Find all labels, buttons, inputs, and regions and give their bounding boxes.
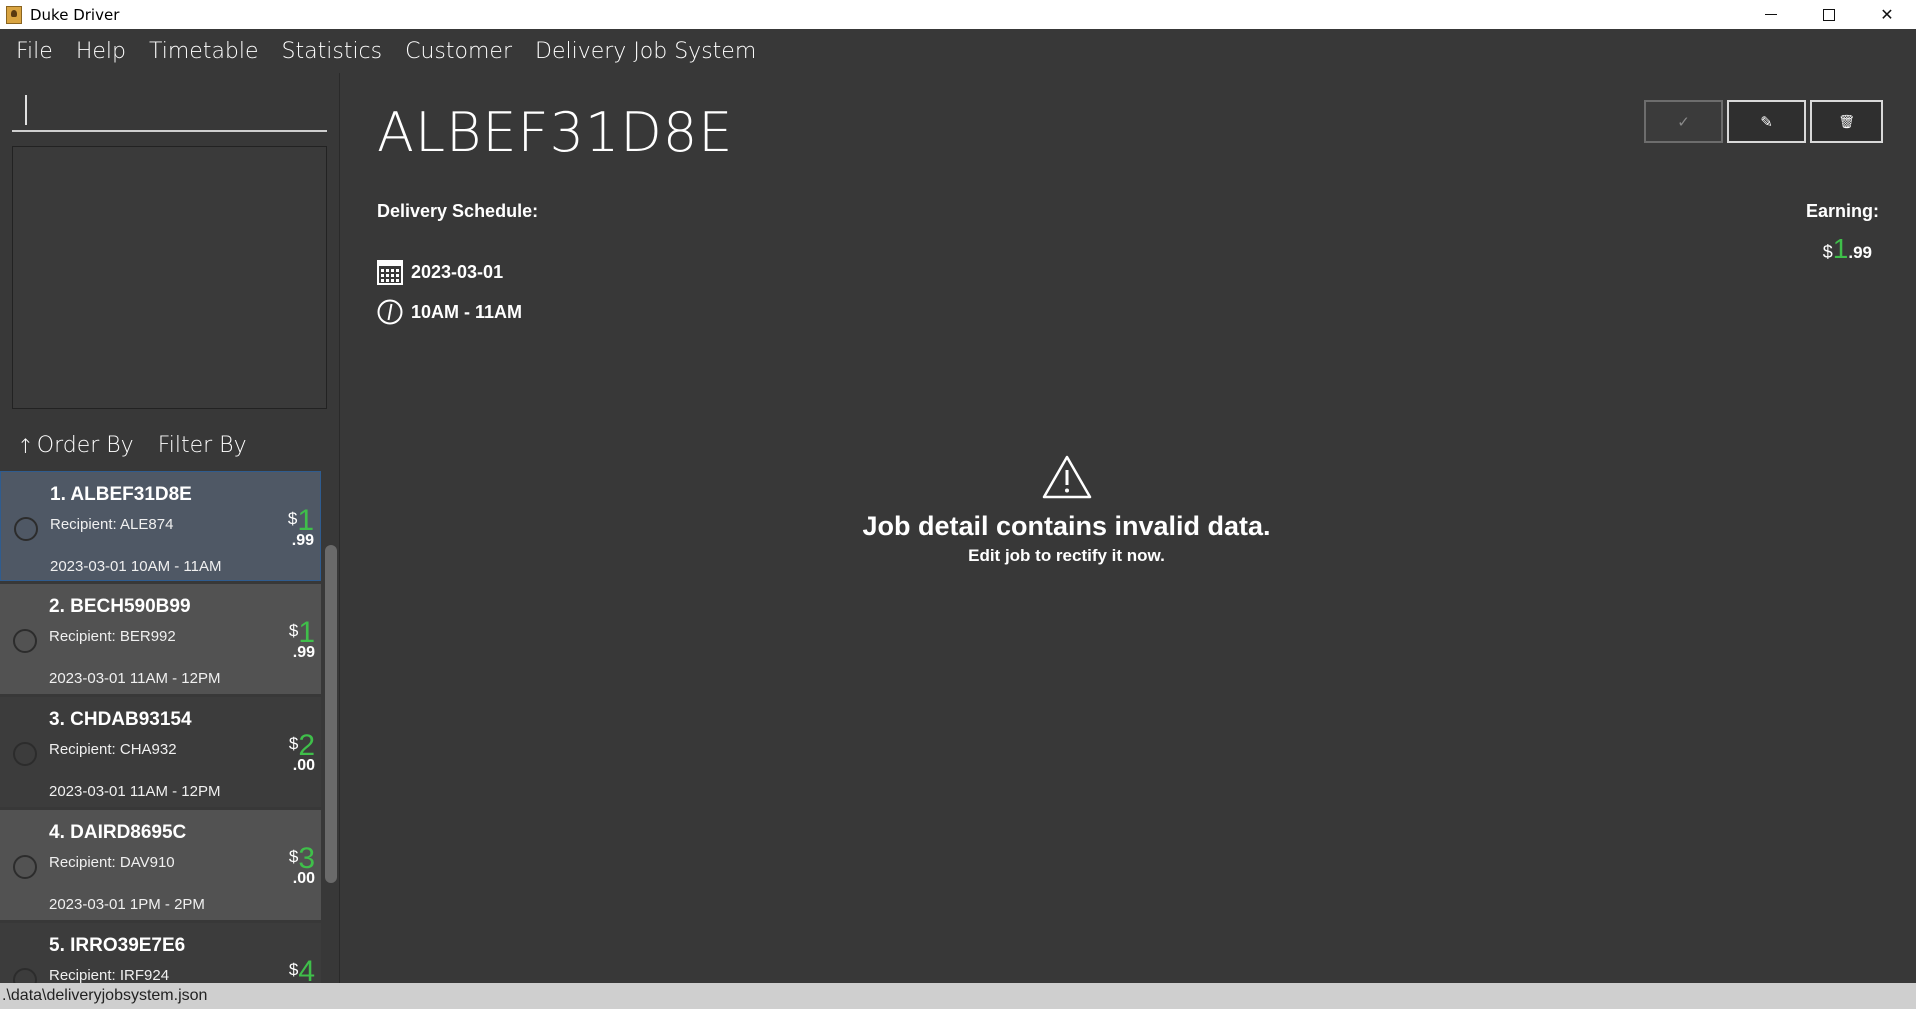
job-schedule: 2023-03-01 11AM - 12PM bbox=[49, 670, 221, 687]
price-int: 4 bbox=[298, 955, 315, 983]
delete-button[interactable]: 🗑 bbox=[1810, 100, 1883, 143]
minimize-button[interactable] bbox=[1742, 0, 1800, 29]
job-recipient: Recipient: ALE874 bbox=[50, 516, 174, 533]
job-id-heading: ALBEF31D8E bbox=[377, 101, 734, 164]
earning-label: Earning: bbox=[1805, 201, 1879, 221]
trash-icon: 🗑 bbox=[1838, 113, 1855, 129]
close-button[interactable]: ✕ bbox=[1858, 0, 1916, 29]
delivery-date-row: 2023-03-01 bbox=[377, 259, 503, 285]
job-title: 2. BECH590B99 bbox=[49, 596, 191, 617]
job-detail-panel: ALBEF31D8E ✓ ✎ 🗑 Delivery Schedule: 2023… bbox=[341, 73, 1916, 983]
job-list: 1. ALBEF31D8E Recipient: ALE874 2023-03-… bbox=[0, 471, 321, 983]
window-title: Duke Driver bbox=[30, 5, 120, 24]
job-list-item[interactable]: 2. BECH590B99 Recipient: BER992 2023-03-… bbox=[0, 584, 321, 694]
filter-by-button[interactable]: Filter By bbox=[158, 433, 247, 458]
earning-dec: .99 bbox=[1848, 243, 1872, 262]
status-bar: .\data\deliveryjobsystem.json bbox=[0, 983, 1916, 1009]
menu-delivery-job-system[interactable]: Delivery Job System bbox=[535, 39, 756, 64]
scrollbar-thumb[interactable] bbox=[325, 545, 337, 883]
earning-int: 1 bbox=[1832, 233, 1849, 264]
clock-icon bbox=[377, 299, 403, 325]
left-panel: ↑ Order By Filter By 1. ALBEF31D8E Recip… bbox=[0, 73, 340, 983]
delivery-time: 10AM - 11AM bbox=[411, 301, 523, 322]
job-schedule: 2023-03-01 10AM - 11AM bbox=[50, 558, 222, 575]
delivery-date: 2023-03-01 bbox=[411, 261, 504, 282]
command-box bbox=[12, 87, 327, 132]
pencil-icon: ✎ bbox=[1760, 113, 1773, 131]
warning-subtitle: Edit job to rectify it now. bbox=[968, 546, 1165, 565]
menu-statistics[interactable]: Statistics bbox=[282, 39, 383, 64]
price-dollar: $ bbox=[288, 734, 299, 753]
job-list-item[interactable]: 5. IRRO39E7E6 Recipient: IRF924 $4 bbox=[0, 923, 321, 983]
price-dec: .99 bbox=[292, 644, 315, 661]
price-dollar: $ bbox=[288, 621, 299, 640]
calendar-icon bbox=[377, 260, 403, 285]
command-input[interactable] bbox=[12, 87, 327, 130]
delivery-schedule-label: Delivery Schedule: bbox=[377, 201, 539, 221]
order-by-button[interactable]: Order By bbox=[37, 433, 134, 458]
menu-customer[interactable]: Customer bbox=[405, 39, 512, 64]
price-dollar: $ bbox=[287, 509, 298, 528]
menu-bar: File Help Timetable Statistics Customer … bbox=[0, 29, 1916, 73]
job-list-scrollbar[interactable] bbox=[325, 545, 339, 883]
delivery-time-row: 10AM - 11AM bbox=[377, 299, 522, 325]
job-recipient: Recipient: DAV910 bbox=[49, 854, 175, 871]
check-icon: ✓ bbox=[1677, 113, 1690, 131]
job-list-item[interactable]: 3. CHDAB93154 Recipient: CHA932 2023-03-… bbox=[0, 697, 321, 807]
job-list-item[interactable]: 4. DAIRD8695C Recipient: DAV910 2023-03-… bbox=[0, 810, 321, 920]
job-price: $1 .99 bbox=[288, 504, 314, 550]
job-title: 1. ALBEF31D8E bbox=[50, 484, 192, 505]
sort-arrow-icon[interactable]: ↑ bbox=[17, 434, 34, 458]
job-schedule: 2023-03-01 11AM - 12PM bbox=[49, 783, 221, 800]
minimize-icon bbox=[1765, 14, 1777, 15]
job-title: 4. DAIRD8695C bbox=[49, 822, 187, 843]
close-icon: ✕ bbox=[1880, 6, 1894, 24]
warning-title: Job detail contains invalid data. bbox=[862, 511, 1271, 541]
price-dec: .00 bbox=[292, 757, 315, 774]
earning-dollar: $ bbox=[1822, 242, 1833, 262]
price-dec: .99 bbox=[291, 532, 314, 549]
text-caret bbox=[25, 95, 27, 125]
job-radio[interactable] bbox=[13, 629, 37, 653]
price-dollar: $ bbox=[288, 847, 299, 866]
complete-button[interactable]: ✓ bbox=[1644, 100, 1723, 143]
job-radio[interactable] bbox=[13, 742, 37, 766]
invalid-data-warning: Job detail contains invalid data. Edit j… bbox=[341, 455, 1792, 566]
job-radio[interactable] bbox=[13, 855, 37, 879]
sort-filter-bar: ↑ Order By Filter By bbox=[17, 433, 247, 458]
earning-value: $1.99 bbox=[1823, 233, 1872, 265]
maximize-button[interactable] bbox=[1800, 0, 1858, 29]
job-radio[interactable] bbox=[14, 517, 38, 541]
app-icon bbox=[6, 5, 22, 24]
maximize-icon bbox=[1823, 8, 1835, 21]
warning-icon bbox=[1042, 455, 1091, 499]
job-recipient: Recipient: IRF924 bbox=[49, 967, 170, 983]
price-dec: .00 bbox=[292, 870, 315, 887]
job-title: 3. CHDAB93154 bbox=[49, 709, 192, 730]
menu-help[interactable]: Help bbox=[76, 39, 126, 64]
job-price: $2 .00 bbox=[289, 729, 315, 775]
job-title: 5. IRRO39E7E6 bbox=[49, 935, 186, 956]
window-controls: ✕ bbox=[1742, 0, 1916, 29]
job-list-item[interactable]: 1. ALBEF31D8E Recipient: ALE874 2023-03-… bbox=[0, 471, 321, 581]
job-price: $3 .00 bbox=[289, 842, 315, 888]
edit-button[interactable]: ✎ bbox=[1727, 100, 1806, 143]
job-price: $4 bbox=[289, 955, 315, 983]
result-display bbox=[12, 146, 327, 409]
menu-file[interactable]: File bbox=[16, 39, 53, 64]
title-bar: Duke Driver ✕ bbox=[0, 0, 1916, 29]
job-recipient: Recipient: BER992 bbox=[49, 628, 176, 645]
data-file-path: .\data\deliveryjobsystem.json bbox=[2, 987, 208, 1004]
job-radio[interactable] bbox=[13, 968, 37, 983]
menu-timetable[interactable]: Timetable bbox=[149, 39, 259, 64]
job-schedule: 2023-03-01 1PM - 2PM bbox=[49, 896, 205, 913]
job-price: $1 .99 bbox=[289, 616, 315, 662]
job-recipient: Recipient: CHA932 bbox=[49, 741, 177, 758]
price-dollar: $ bbox=[288, 960, 299, 979]
